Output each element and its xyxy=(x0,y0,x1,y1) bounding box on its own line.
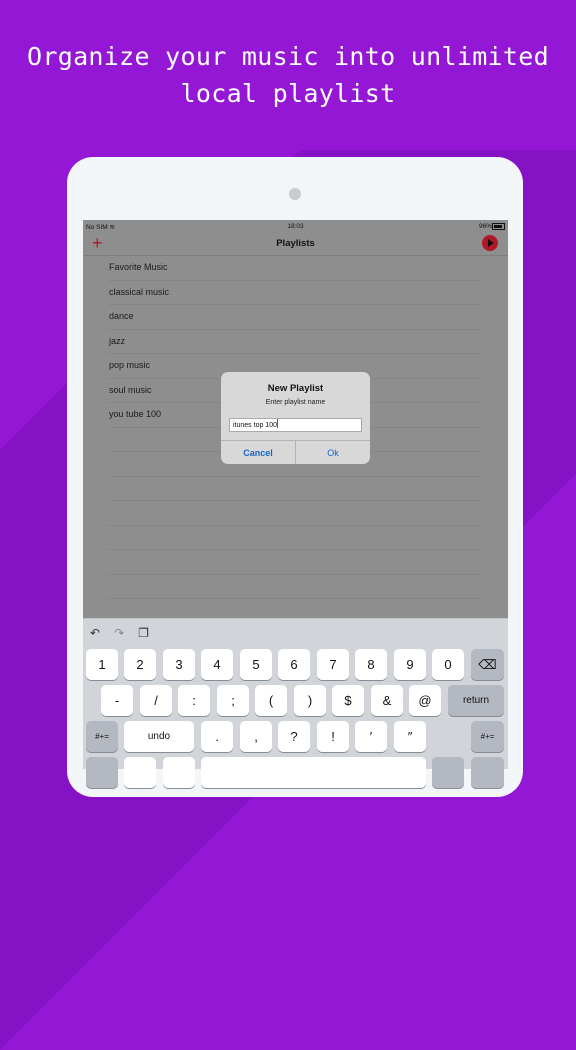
headline: Organize your music into unlimited local… xyxy=(0,38,576,112)
keyboard: ↶ ↷ ❐ 1 2 3 4 5 6 7 8 9 0 ⌫ - / : ; ( ) $ … xyxy=(83,618,508,788)
dialog-title: New Playlist xyxy=(267,383,324,394)
empty-row xyxy=(108,575,480,599)
key-9[interactable]: 9 xyxy=(394,649,426,680)
key-colon[interactable]: : xyxy=(178,685,210,716)
playlist-name-value: itunes top 100 xyxy=(233,422,277,429)
key-2[interactable]: 2 xyxy=(124,649,156,680)
list-item[interactable]: jazz xyxy=(108,330,480,354)
list-item-label: Favorite Music xyxy=(109,262,168,272)
key-semicolon[interactable]: ; xyxy=(217,685,249,716)
numbers-key[interactable] xyxy=(432,757,464,788)
return-key[interactable]: return xyxy=(448,685,504,716)
play-icon[interactable] xyxy=(482,235,498,251)
list-item-label: dance xyxy=(109,311,134,321)
list-item-label: you tube 100 xyxy=(109,409,162,419)
headline-line-2: local playlist xyxy=(180,79,396,108)
cancel-button[interactable]: Cancel xyxy=(221,441,296,464)
key-0[interactable]: 0 xyxy=(432,649,464,680)
empty-row xyxy=(108,477,480,501)
key-period[interactable]: . xyxy=(201,721,233,752)
dialog-buttons: Cancel Ok xyxy=(221,440,370,464)
symbols-key-left[interactable]: #+= xyxy=(86,721,118,752)
ok-button[interactable]: Ok xyxy=(296,441,370,464)
playlist-name-input[interactable]: itunes top 100 xyxy=(229,418,362,432)
emoji-key[interactable] xyxy=(124,757,156,788)
key-ampersand[interactable]: & xyxy=(371,685,403,716)
list-item-label: pop music xyxy=(109,360,151,370)
symbols-key-right[interactable]: #+= xyxy=(471,721,504,752)
list-item[interactable]: dance xyxy=(108,305,480,330)
empty-row xyxy=(108,501,480,526)
paste-icon[interactable]: ❐ xyxy=(138,626,149,640)
key-at[interactable]: @ xyxy=(409,685,441,716)
hide-keyboard-key[interactable] xyxy=(471,757,504,788)
delete-key[interactable]: ⌫ xyxy=(471,649,504,680)
nav-bar: + Playlists xyxy=(83,233,508,256)
key-slash[interactable]: / xyxy=(140,685,172,716)
key-6[interactable]: 6 xyxy=(278,649,310,680)
key-dollar[interactable]: $ xyxy=(332,685,364,716)
key-dash[interactable]: - xyxy=(101,685,133,716)
key-8[interactable]: 8 xyxy=(355,649,387,680)
empty-row xyxy=(108,550,480,575)
new-playlist-dialog: New Playlist Enter playlist name itunes … xyxy=(221,372,370,464)
space-key[interactable] xyxy=(201,757,426,788)
list-item-label: classical music xyxy=(109,286,170,297)
status-time: 18:03 xyxy=(287,223,304,230)
list-item-label: soul music xyxy=(109,384,152,395)
dialog-message: Enter playlist name xyxy=(265,399,326,406)
undo-icon[interactable]: ↶ xyxy=(90,626,100,640)
nav-title: Playlists xyxy=(276,238,315,249)
key-exclamation[interactable]: ! xyxy=(317,721,349,752)
dictation-key[interactable] xyxy=(163,757,195,788)
key-3[interactable]: 3 xyxy=(163,649,195,680)
redo-icon[interactable]: ↷ xyxy=(114,626,124,640)
key-comma[interactable]: , xyxy=(240,721,272,752)
key-open-paren[interactable]: ( xyxy=(255,685,287,716)
key-5[interactable]: 5 xyxy=(240,649,272,680)
headline-line-1: Organize your music into unlimited xyxy=(27,42,549,71)
list-item[interactable]: Favorite Music xyxy=(108,256,480,281)
text-caret xyxy=(276,419,278,428)
key-question[interactable]: ? xyxy=(278,721,310,752)
keyboard-key-partial[interactable] xyxy=(86,757,118,788)
key-close-paren[interactable]: ) xyxy=(294,685,326,716)
key-prime[interactable]: ′ xyxy=(355,721,387,752)
key-1[interactable]: 1 xyxy=(86,649,118,680)
status-bar: No SIM ≋ 18:03 96% xyxy=(83,220,508,233)
empty-row xyxy=(108,526,480,550)
status-battery-text: 96% xyxy=(478,223,492,230)
key-4[interactable]: 4 xyxy=(201,649,233,680)
camera-icon xyxy=(289,188,301,200)
undo-key[interactable]: undo xyxy=(124,721,194,752)
list-item[interactable]: classical music xyxy=(108,281,480,305)
list-item-label: jazz xyxy=(109,335,126,346)
key-double-prime[interactable]: ″ xyxy=(394,721,426,752)
battery-icon xyxy=(492,223,505,230)
backspace-icon: ⌫ xyxy=(478,657,497,672)
key-7[interactable]: 7 xyxy=(317,649,349,680)
keyboard-toolbar: ↶ ↷ ❐ xyxy=(90,626,163,640)
